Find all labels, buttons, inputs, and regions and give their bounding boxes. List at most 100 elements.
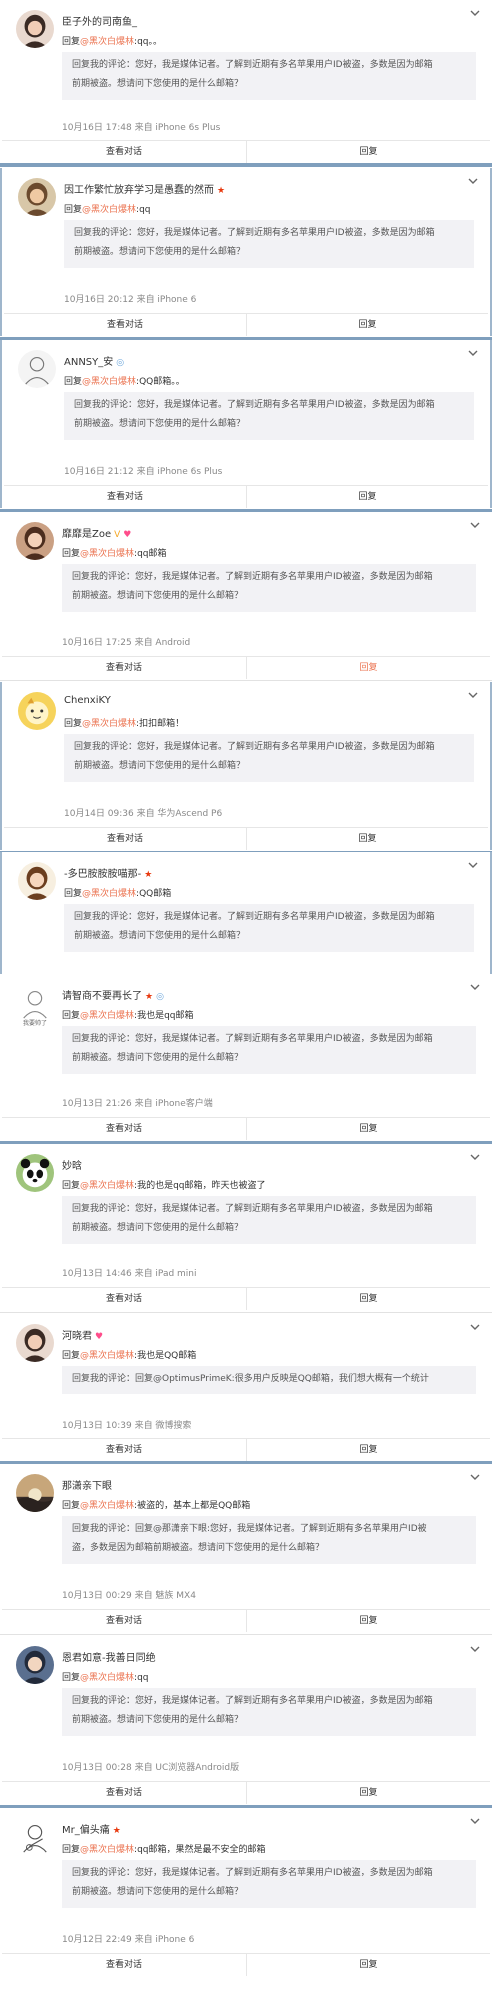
comment-card: 臣子外的司南鱼_ 回复@黑次白爆林:qq。。 回复我的评论：您好，我是媒体记者。了解… [0,0,492,163]
reply-button[interactable]: 回复 [246,1118,490,1140]
username-text[interactable]: 河晓君 [62,1331,92,1342]
mention-link[interactable]: @黑次白爆林 [80,37,134,47]
avatar[interactable] [16,1324,54,1362]
reply-body: :我也是QQ邮箱 [134,1351,197,1361]
reply-button[interactable]: 回复 [246,1439,490,1461]
username[interactable]: 臣子外的司南鱼_ [62,13,137,28]
chevron-down-icon[interactable] [466,688,480,702]
username[interactable]: 请智商不要再长了 ★ ◎ [62,987,164,1002]
username-text[interactable]: 恩君如意-我善日同绝 [62,1653,156,1664]
quoted-comment: 回复我的评论：您好，我是媒体记者。了解到近期有多名苹果用户ID被盗，多数是因为邮… [64,220,474,268]
mention-link[interactable]: @黑次白爆林 [82,205,136,215]
view-conversation-button[interactable]: 查看对话 [2,1118,246,1140]
view-conversation-button[interactable]: 查看对话 [4,828,246,850]
chevron-down-icon[interactable] [466,858,480,872]
view-conversation-button[interactable]: 查看对话 [2,1954,246,1976]
avatar[interactable] [18,350,56,388]
reply-button[interactable]: 回复 [246,828,488,850]
username-text[interactable]: -多巴胺胺胺喵那- [64,869,141,880]
avatar[interactable] [16,984,54,1022]
reply-button[interactable]: 回复 [246,1288,490,1310]
avatar[interactable] [16,1154,54,1192]
avatar[interactable] [16,1646,54,1684]
avatar[interactable] [16,1474,54,1512]
chevron-down-icon[interactable] [466,346,480,360]
username-text[interactable]: ANNSY_安 [64,357,113,368]
chevron-down-icon[interactable] [468,980,482,994]
username[interactable]: 恩君如意-我善日同绝 [62,1649,156,1664]
mention-link[interactable]: @黑次白爆林 [82,889,136,899]
username[interactable]: 因工作繁忙放弃学习是愚蠢的然而 ★ [64,181,225,196]
mention-link[interactable]: @黑次白爆林 [80,1181,134,1191]
quoted-line: 前期被盗。想请问下您使用的是什么邮箱？ [72,1053,244,1063]
reply-button[interactable]: 回复 [246,1610,490,1632]
chevron-down-icon[interactable] [468,1642,482,1656]
view-conversation-button[interactable]: 查看对话 [2,1610,246,1632]
comment-actions: 查看对话 回复 [2,1438,490,1461]
avatar[interactable] [18,692,56,730]
username-text[interactable]: 那潇亲下眼 [62,1481,112,1492]
chevron-down-icon[interactable] [468,1150,482,1164]
mention-link[interactable]: @黑次白爆林 [80,549,134,559]
reply-button[interactable]: 回复 [246,314,488,336]
reply-button[interactable]: 回复 [246,486,488,508]
username[interactable]: 河晓君 ♥ [62,1327,103,1342]
username-text[interactable]: 靡靡是Zoe [62,529,111,540]
username[interactable]: 靡靡是Zoe V ♥ [62,525,131,540]
view-conversation-button[interactable]: 查看对话 [2,141,246,163]
username-text[interactable]: 妙晗 [62,1161,82,1172]
quoted-comment: 回复我的评论：您好，我是媒体记者。了解到近期有多名苹果用户ID被盗，多数是因为邮… [64,904,474,952]
view-conversation-button[interactable]: 查看对话 [2,1439,246,1461]
reply-text: 回复@黑次白爆林:扣扣邮箱！ [64,716,184,729]
avatar[interactable] [16,522,54,560]
reply-prefix: 回复 [64,205,83,215]
reply-prefix: 回复 [62,1673,81,1683]
view-conversation-button[interactable]: 查看对话 [4,486,246,508]
reply-text: 回复@黑次白爆林:QQ邮箱 [64,886,171,899]
mention-link[interactable]: @黑次白爆林 [82,377,136,387]
reply-body: :QQ邮箱。。 [136,377,185,387]
reply-button[interactable]: 回复 [246,1954,490,1976]
username-text[interactable]: 臣子外的司南鱼_ [62,17,137,28]
view-conversation-button[interactable]: 查看对话 [2,1288,246,1310]
reply-body: :我的也是qq邮箱，昨天也被盗了 [134,1181,266,1191]
avatar[interactable] [18,178,56,216]
mention-link[interactable]: @黑次白爆林 [80,1845,134,1855]
username[interactable]: Mr_偏头痛 ★ [62,1821,121,1836]
username[interactable]: -多巴胺胺胺喵那- ★ [64,865,152,880]
reply-button[interactable]: 回复 [246,657,490,679]
mention-link[interactable]: @黑次白爆林 [82,719,136,729]
reply-body: :我也是qq邮箱 [134,1011,194,1021]
username[interactable]: ChenxiKY [64,695,111,706]
chevron-down-icon[interactable] [468,518,482,532]
chevron-down-icon[interactable] [468,1814,482,1828]
avatar[interactable] [16,1818,54,1856]
username-text[interactable]: 请智商不要再长了 [62,991,142,1002]
quoted-line: 前期被盗。想请问下您使用的是什么邮箱？ [74,931,246,941]
avatar[interactable] [16,10,54,48]
view-conversation-button[interactable]: 查看对话 [4,314,246,336]
chevron-down-icon[interactable] [468,1320,482,1334]
view-conversation-button[interactable]: 查看对话 [2,1782,246,1804]
username[interactable]: 那潇亲下眼 [62,1477,112,1492]
avatar[interactable] [18,862,56,900]
username[interactable]: ANNSY_安 ◎ [64,353,124,368]
mention-link[interactable]: @黑次白爆林 [80,1011,134,1021]
mention-link[interactable]: @黑次白爆林 [80,1673,134,1683]
mention-link[interactable]: @黑次白爆林 [80,1351,134,1361]
comment-card: Mr_偏头痛 ★ 回复@黑次白爆林:qq邮箱，果然是最不安全的邮箱 回复我的评论：您好… [0,1808,492,2000]
quoted-line: 盗，多数是因为邮箱前期被盗。想请问下您使用的是什么邮箱？ [72,1543,325,1553]
username-text[interactable]: 因工作繁忙放弃学习是愚蠢的然而 [64,185,214,196]
username-text[interactable]: ChenxiKY [64,695,111,706]
chevron-down-icon[interactable] [466,174,480,188]
view-conversation-button[interactable]: 查看对话 [2,657,246,679]
mention-link[interactable]: @黑次白爆林 [80,1501,134,1511]
reply-button[interactable]: 回复 [246,1782,490,1804]
reply-button[interactable]: 回复 [246,141,490,163]
chevron-down-icon[interactable] [468,1470,482,1484]
chevron-down-icon[interactable] [468,6,482,20]
username[interactable]: 妙晗 [62,1157,82,1172]
quoted-line: 回复我的评论：您好，我是媒体记者。了解到近期有多名苹果用户ID被盗，多数是因为邮… [72,572,433,582]
reply-body: :被盗的，基本上都是QQ邮箱 [134,1501,251,1511]
username-text[interactable]: Mr_偏头痛 [62,1825,110,1836]
